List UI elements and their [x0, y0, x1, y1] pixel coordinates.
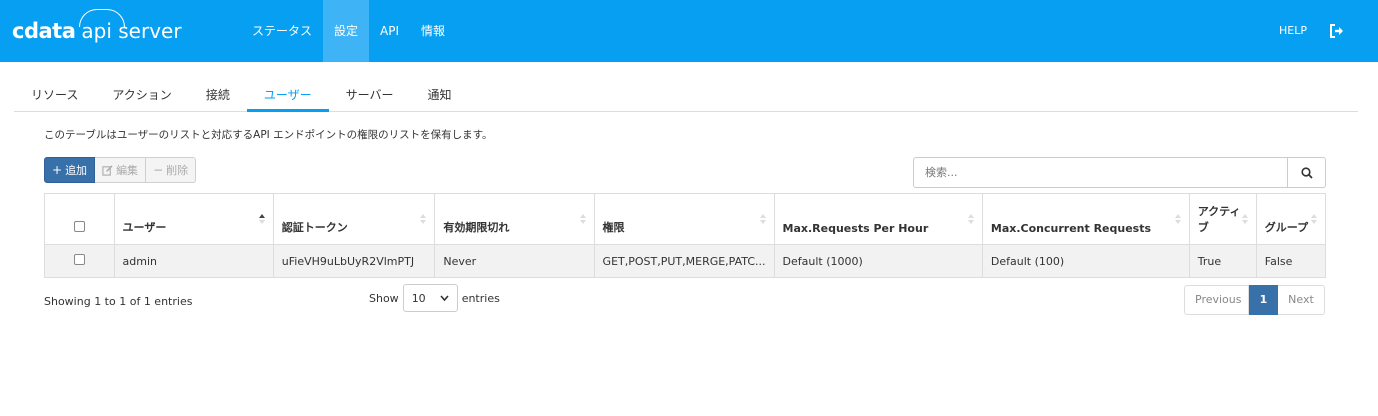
column-header-token[interactable]: 認証トークン [272, 193, 436, 245]
table-header-row: ユーザー 認証トークン 有効期限切れ 権限 Max.Requests Per H… [44, 193, 1327, 245]
users-table: ユーザー 認証トークン 有効期限切れ 権限 Max.Requests Per H… [44, 193, 1327, 278]
tab-users[interactable]: ユーザー [246, 80, 329, 112]
main-nav: ステータス 設定 API 情報 [241, 0, 456, 62]
edit-button[interactable]: 編集 [95, 157, 147, 183]
cell-user: admin [113, 244, 274, 278]
sign-out-icon[interactable] [1329, 23, 1345, 39]
logo-brand: cdata [12, 19, 76, 43]
tab-notifications[interactable]: 通知 [410, 80, 468, 112]
logo-product: api server [79, 9, 182, 43]
table-row[interactable]: admin uFieVH9uLbUyR2VlmPTJ Never GET,POS… [44, 244, 1327, 278]
cell-token: uFieVH9uLbUyR2VlmPTJ [272, 244, 436, 278]
table-info: Showing 1 to 1 of 1 entries [44, 295, 193, 308]
column-header-expiry[interactable]: 有効期限切れ [434, 193, 595, 245]
row-checkbox[interactable] [73, 254, 85, 265]
select-all-checkbox[interactable] [73, 221, 85, 232]
plus-icon: + [52, 163, 63, 177]
column-header-privileges[interactable]: 権限 [593, 193, 775, 245]
add-button[interactable]: + 追加 [44, 157, 96, 183]
row-select-cell [44, 244, 115, 278]
cell-max-requests: Default (1000) [773, 244, 983, 278]
search-input[interactable] [913, 157, 1288, 188]
tab-connections[interactable]: 接続 [189, 80, 247, 112]
nav-api[interactable]: API [369, 0, 410, 62]
cell-expiry: Never [434, 244, 595, 278]
nav-settings[interactable]: 設定 [323, 0, 370, 62]
length-suffix: entries [461, 291, 500, 305]
search-icon [1300, 166, 1313, 179]
column-header-group[interactable]: グループ [1255, 193, 1327, 245]
search-button[interactable] [1288, 157, 1326, 188]
column-header-user[interactable]: ユーザー [113, 193, 274, 245]
page-length-select[interactable]: 10 [402, 284, 458, 312]
nav-status[interactable]: ステータス [241, 0, 323, 62]
sort-asc-icon [258, 214, 265, 224]
next-page-button[interactable]: Next [1278, 285, 1325, 315]
column-header-max-concurrent[interactable]: Max.Concurrent Requests [981, 193, 1190, 245]
cloud-icon [79, 9, 126, 27]
cell-max-concurrent: Default (100) [981, 244, 1190, 278]
top-navbar: cdata api server ステータス 設定 API 情報 HELP [0, 0, 1378, 62]
sort-icon [759, 214, 766, 224]
sort-icon [1174, 214, 1181, 224]
previous-page-button[interactable]: Previous [1184, 285, 1249, 315]
sort-icon [579, 214, 586, 224]
sort-icon [967, 214, 974, 224]
sort-icon [1241, 214, 1248, 224]
sort-icon [420, 214, 427, 224]
select-all-cell [44, 193, 115, 245]
tab-actions[interactable]: アクション [95, 80, 188, 112]
sort-icon [1311, 214, 1317, 224]
page-description: このテーブルはユーザーのリストと対応するAPI エンドポイントの権限のリストを保… [44, 129, 493, 141]
pagination: Previous 1 Next [1184, 285, 1325, 315]
minus-icon: − [153, 163, 164, 177]
settings-tabs: リソース アクション 接続 ユーザー サーバー 通知 [14, 80, 1358, 112]
cell-group: False [1255, 244, 1327, 278]
search-box [913, 157, 1326, 188]
cell-privileges: GET,POST,PUT,MERGE,PATC... [593, 244, 775, 278]
length-prefix: Show [369, 291, 399, 305]
logo[interactable]: cdata api server [12, 9, 182, 46]
cell-active: True [1188, 244, 1257, 278]
edit-icon [102, 164, 113, 176]
length-select-wrap: 10 [399, 284, 462, 312]
user-toolbar: + 追加 編集 − 削除 [44, 157, 197, 183]
tab-resources[interactable]: リソース [14, 80, 95, 112]
page-1-button[interactable]: 1 [1249, 285, 1278, 315]
delete-button[interactable]: − 削除 [146, 157, 197, 183]
nav-info[interactable]: 情報 [410, 0, 456, 62]
help-link[interactable]: HELP [1279, 0, 1307, 62]
column-header-active[interactable]: アクティブ [1188, 193, 1257, 245]
tab-server[interactable]: サーバー [329, 80, 411, 112]
page-length: Show 10 entries [369, 284, 500, 312]
column-header-max-requests[interactable]: Max.Requests Per Hour [773, 193, 983, 245]
